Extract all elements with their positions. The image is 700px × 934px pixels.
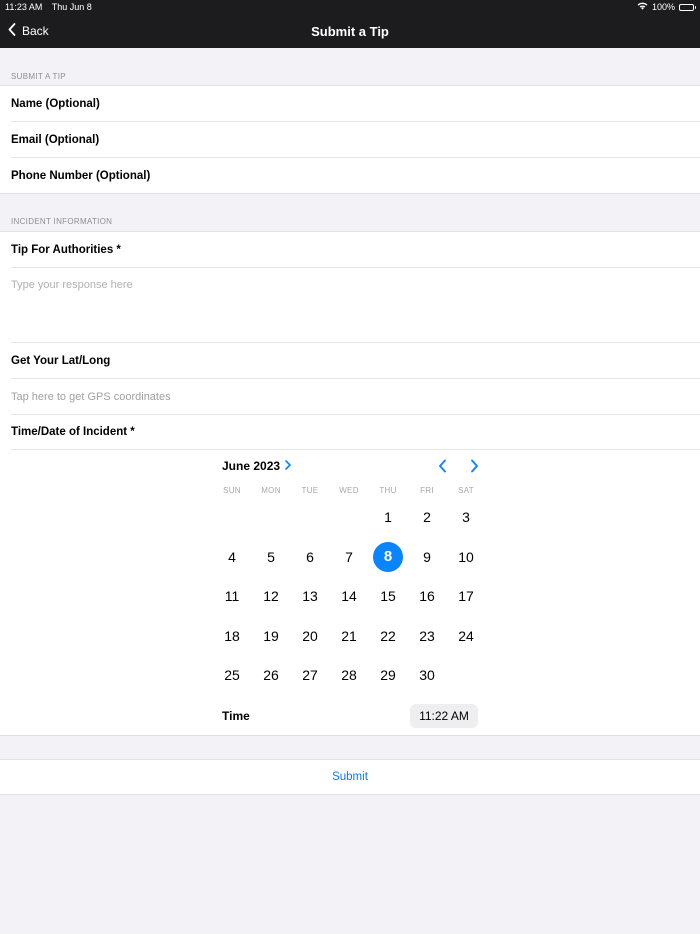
calendar-day[interactable]: 30	[412, 660, 442, 690]
weekday-label-sun: SUN	[223, 486, 241, 495]
latlong-label: Get Your Lat/Long	[11, 354, 111, 367]
phone-field[interactable]: Phone Number (Optional)	[11, 158, 700, 194]
get-gps-coordinates-button[interactable]: Tap here to get GPS coordinates	[11, 379, 700, 415]
calendar-day[interactable]: 23	[412, 621, 442, 651]
navigation-bar: Back Submit a Tip	[0, 14, 700, 48]
chevron-right-icon	[470, 459, 479, 478]
previous-month-button[interactable]	[433, 459, 451, 477]
status-bar: 11:23 AM Thu Jun 8 100%	[0, 0, 700, 14]
wifi-icon	[637, 2, 648, 12]
calendar-day[interactable]: 12	[256, 581, 286, 611]
tip-textarea[interactable]	[11, 268, 700, 343]
chevron-left-icon	[438, 459, 447, 478]
calendar-day[interactable]: 14	[334, 581, 364, 611]
calendar-day[interactable]: 2	[412, 502, 442, 532]
calendar-day[interactable]: 29	[373, 660, 403, 690]
calendar-day[interactable]: 27	[295, 660, 325, 690]
chevron-right-icon	[285, 459, 291, 473]
back-label: Back	[22, 24, 49, 38]
contact-group: Name (Optional) Email (Optional) Phone N…	[0, 85, 700, 194]
calendar-day[interactable]: 19	[256, 621, 286, 651]
calendar-day[interactable]: 24	[451, 621, 481, 651]
calendar-day[interactable]: 16	[412, 581, 442, 611]
month-year-selector[interactable]: June 2023	[222, 459, 291, 473]
calendar-day[interactable]: 6	[295, 542, 325, 572]
section-header-incident: INCIDENT INFORMATION	[11, 217, 113, 226]
calendar-day[interactable]: 5	[256, 542, 286, 572]
calendar-day[interactable]: 21	[334, 621, 364, 651]
calendar-day[interactable]: 1	[373, 502, 403, 532]
calendar-day[interactable]: 22	[373, 621, 403, 651]
weekday-label-thu: THU	[379, 486, 397, 495]
calendar-day-selected[interactable]: 8	[373, 541, 403, 572]
chevron-left-icon	[8, 23, 16, 39]
next-month-button[interactable]	[465, 459, 483, 477]
gps-action-text: Tap here to get GPS coordinates	[11, 390, 171, 403]
section-header-submit-tip: SUBMIT A TIP	[11, 72, 66, 81]
time-label: Time	[222, 709, 250, 723]
calendar-day[interactable]: 15	[373, 581, 403, 611]
weekday-label-sat: SAT	[458, 486, 474, 495]
email-field-label: Email (Optional)	[11, 133, 100, 146]
month-year-label: June 2023	[222, 459, 281, 473]
phone-field-label: Phone Number (Optional)	[11, 170, 151, 182]
calendar-day[interactable]: 10	[451, 542, 481, 572]
calendar-day[interactable]: 17	[451, 581, 481, 611]
name-field[interactable]: Name (Optional)	[11, 86, 700, 122]
calendar-day[interactable]: 18	[217, 621, 247, 651]
tip-field-label: Tip For Authorities *	[11, 243, 121, 256]
calendar-day[interactable]: 13	[295, 581, 325, 611]
status-time: 11:23 AM	[5, 2, 43, 12]
weekday-label-wed: WED	[339, 486, 359, 495]
name-field-label: Name (Optional)	[11, 97, 100, 110]
latlong-label-row: Get Your Lat/Long	[11, 343, 700, 379]
weekday-label-fri: FRI	[420, 486, 434, 495]
calendar-day[interactable]: 25	[217, 660, 247, 690]
incident-group: Tip For Authorities * Get Your Lat/Long …	[0, 231, 700, 736]
page-title: Submit a Tip	[311, 23, 389, 39]
calendar-day[interactable]: 7	[334, 542, 364, 572]
datetime-label-row: Time/Date of Incident *	[11, 414, 700, 450]
calendar-day[interactable]: 4	[217, 542, 247, 572]
email-field[interactable]: Email (Optional)	[11, 122, 700, 158]
datetime-label: Time/Date of Incident *	[11, 425, 135, 438]
calendar-day[interactable]: 3	[451, 502, 481, 532]
calendar-day[interactable]: 9	[412, 542, 442, 572]
calendar-day[interactable]: 28	[334, 660, 364, 690]
submit-button[interactable]: Submit	[0, 759, 700, 795]
back-button[interactable]: Back	[8, 14, 49, 48]
tip-field-label-row: Tip For Authorities *	[11, 232, 700, 268]
weekday-label-mon: MON	[261, 486, 281, 495]
calendar-day[interactable]: 26	[256, 660, 286, 690]
calendar-day[interactable]: 20	[295, 621, 325, 651]
date-picker-calendar: June 2023 SUN MON TUE WED THU FRI SAT 12345678…	[0, 459, 700, 699]
time-picker-button[interactable]: 11:22 AM	[410, 704, 478, 728]
weekday-label-tue: TUE	[301, 486, 319, 495]
calendar-day[interactable]: 11	[217, 581, 247, 611]
battery-icon	[679, 3, 696, 11]
battery-percent: 100%	[651, 2, 675, 12]
status-date: Thu Jun 8	[51, 2, 92, 12]
